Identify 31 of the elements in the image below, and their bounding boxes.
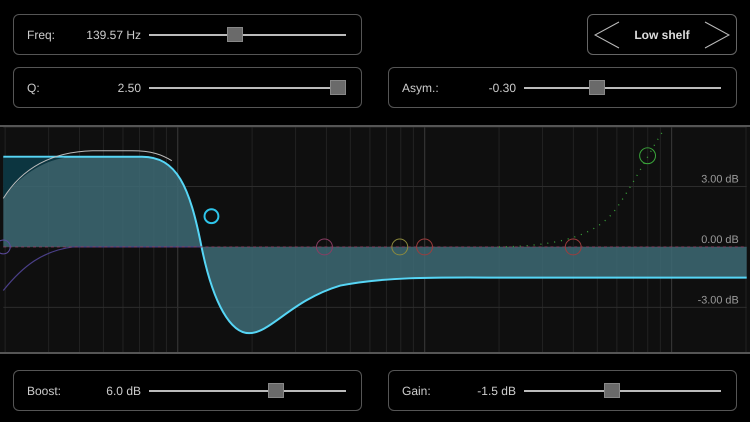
band-handle[interactable] xyxy=(0,240,11,254)
slider-label: Gain: xyxy=(402,382,432,400)
slider-value: -1.5 dB xyxy=(476,382,516,400)
slider-value: 139.57 Hz xyxy=(85,26,141,44)
band-handle[interactable] xyxy=(564,238,582,256)
shelf-area xyxy=(3,158,65,198)
band-handle[interactable] xyxy=(416,238,433,256)
slider-thumb[interactable] xyxy=(589,80,606,95)
slider-thumb[interactable] xyxy=(268,383,284,398)
filter-type-label: Low shelf xyxy=(634,26,690,44)
band-handle[interactable] xyxy=(204,208,220,224)
slider-label: Q: xyxy=(27,80,41,96)
slider-label: Asym.: xyxy=(402,80,440,96)
slider-label: Freq: xyxy=(27,26,56,44)
band-handle[interactable] xyxy=(316,238,333,256)
slider-value: 6.0 dB xyxy=(105,382,141,400)
slider-thumb[interactable] xyxy=(604,383,620,398)
db-label: -3.00 dB xyxy=(698,294,739,306)
next-button[interactable] xyxy=(704,20,730,48)
band-handle[interactable] xyxy=(391,238,408,256)
chevron-right-icon xyxy=(704,20,730,48)
slider-thumb[interactable] xyxy=(226,27,243,42)
slider-value: 2.50 xyxy=(116,80,141,96)
slider-thumb[interactable] xyxy=(330,80,346,95)
slider-label: Boost: xyxy=(27,382,62,400)
db-label: 0.00 dB xyxy=(701,234,739,246)
chevron-left-icon xyxy=(594,20,620,48)
db-label: 3.00 dB xyxy=(701,174,739,186)
band-handle[interactable] xyxy=(639,147,656,164)
previous-button[interactable] xyxy=(594,20,620,48)
slider-value: -0.30 xyxy=(488,80,516,96)
